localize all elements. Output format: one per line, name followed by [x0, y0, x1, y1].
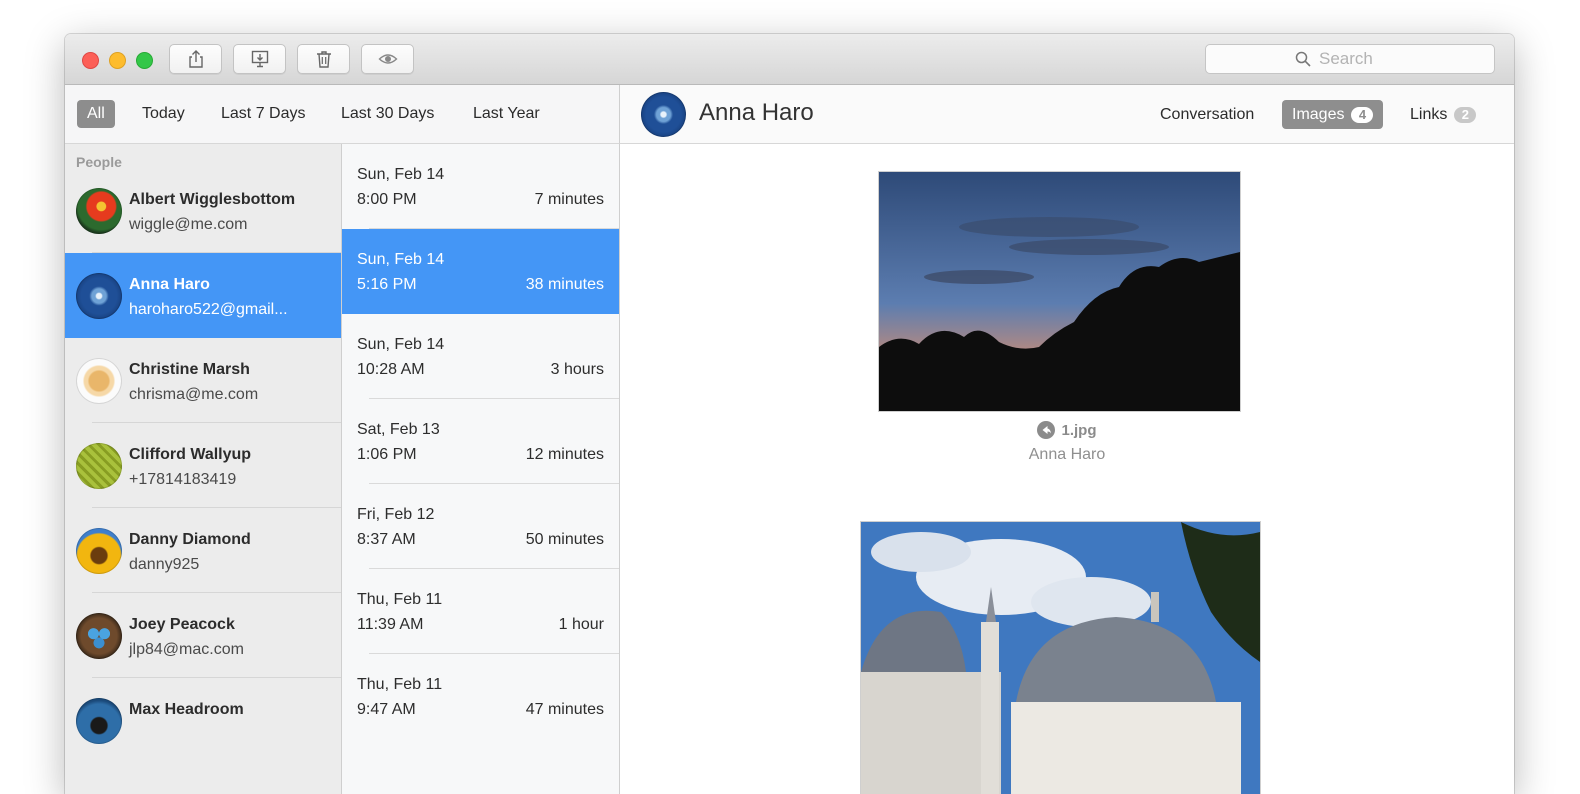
person-name: Max Headroom [129, 701, 244, 718]
person-contact: jlp84@mac.com [129, 641, 244, 658]
images-pane: 1.jpg Anna Haro [620, 144, 1514, 794]
date-filter-bar: All Today Last 7 Days Last 30 Days Last … [65, 85, 620, 144]
tab-label: Links [1410, 106, 1448, 123]
leaf-avatar [76, 443, 122, 489]
parrot-avatar [76, 188, 122, 234]
penguin-avatar [76, 698, 122, 744]
trash-icon [316, 51, 331, 68]
filter-last-30-days[interactable]: Last 30 Days [331, 100, 444, 128]
mosque-image [861, 522, 1260, 794]
session-date: Thu, Feb 11 [357, 591, 443, 608]
zoom-window-button[interactable] [136, 52, 153, 69]
session-row[interactable]: Sat, Feb 13 1:06 PM 12 minutes [342, 399, 619, 484]
session-time: 11:39 AM [357, 616, 424, 633]
person-name: Anna Haro [129, 276, 210, 293]
session-date: Fri, Feb 12 [357, 506, 435, 523]
filter-all[interactable]: All [77, 100, 115, 128]
session-date: Sat, Feb 13 [357, 421, 440, 438]
image-filename: 1.jpg [620, 421, 1514, 439]
session-time: 5:16 PM [357, 276, 417, 293]
person-row[interactable]: Joey Peacock jlp84@mac.com [65, 593, 341, 678]
person-row[interactable]: Clifford Wallyup +17814183419 [65, 423, 341, 508]
session-row[interactable]: Thu, Feb 11 9:47 AM 47 minutes [342, 654, 619, 739]
fortune-cookie-avatar [76, 358, 122, 404]
person-name: Danny Diamond [129, 531, 251, 548]
eye-icon [377, 54, 398, 64]
filter-last-7-days[interactable]: Last 7 Days [211, 100, 315, 128]
share-icon [188, 50, 203, 68]
person-row[interactable]: Max Headroom [65, 678, 341, 763]
filter-today[interactable]: Today [132, 100, 195, 128]
close-window-button[interactable] [82, 52, 99, 69]
title-bar [65, 34, 1514, 85]
session-duration: 50 minutes [525, 531, 604, 548]
image-thumbnail[interactable] [878, 171, 1241, 412]
snowflake-avatar [641, 92, 686, 137]
preview-button[interactable] [361, 44, 414, 74]
person-name: Albert Wigglesbottom [129, 191, 296, 208]
person-row[interactable]: Albert Wigglesbottom wiggle@me.com [65, 168, 341, 253]
people-list: People Albert Wigglesbottom wiggle@me.co… [65, 144, 342, 794]
session-time: 10:28 AM [357, 361, 425, 378]
filter-last-year[interactable]: Last Year [463, 100, 550, 128]
search-icon [1295, 51, 1311, 67]
session-duration: 7 minutes [534, 191, 604, 208]
session-row-selected[interactable]: Sun, Feb 14 5:16 PM 38 minutes [342, 229, 619, 314]
session-time: 9:47 AM [357, 701, 416, 718]
tab-links[interactable]: Links 2 [1400, 100, 1486, 129]
export-button[interactable] [233, 44, 286, 74]
share-button[interactable] [169, 44, 222, 74]
session-time: 8:00 PM [357, 191, 417, 208]
session-duration: 12 minutes [525, 446, 604, 463]
session-duration: 47 minutes [525, 701, 604, 718]
image-filename-text: 1.jpg [1061, 421, 1097, 439]
session-date: Thu, Feb 11 [357, 676, 443, 693]
session-row[interactable]: Sun, Feb 14 8:00 PM 7 minutes [342, 144, 619, 229]
sunflower-avatar [76, 528, 122, 574]
session-duration: 38 minutes [525, 276, 604, 293]
search-field[interactable] [1205, 44, 1495, 74]
tab-conversation[interactable]: Conversation [1150, 100, 1264, 129]
session-date: Sun, Feb 14 [357, 251, 445, 268]
person-row-selected[interactable]: Anna Haro haroharo522@gmail... [65, 253, 341, 338]
eggs-avatar [76, 613, 122, 659]
detail-header: Anna Haro Conversation Images 4 Links 2 [620, 85, 1514, 144]
person-row[interactable]: Christine Marsh chrisma@me.com [65, 338, 341, 423]
minimize-window-button[interactable] [109, 52, 126, 69]
person-contact: wiggle@me.com [129, 216, 248, 233]
session-row[interactable]: Sun, Feb 14 10:28 AM 3 hours [342, 314, 619, 399]
snowflake-avatar [76, 273, 122, 319]
person-row[interactable]: Danny Diamond danny925 [65, 508, 341, 593]
contact-name: Anna Haro [699, 99, 814, 126]
links-count-badge: 2 [1454, 106, 1477, 123]
person-name: Clifford Wallyup [129, 446, 252, 463]
tab-images[interactable]: Images 4 [1282, 100, 1384, 129]
reply-arrow-icon [1037, 421, 1056, 439]
images-count-badge: 4 [1351, 106, 1374, 123]
export-icon [251, 50, 268, 68]
tab-label: Images [1292, 106, 1345, 123]
person-contact: haroharo522@gmail... [129, 301, 288, 318]
person-contact: +17814183419 [129, 471, 237, 488]
session-duration: 1 hour [558, 616, 604, 633]
person-contact: danny925 [129, 556, 200, 573]
image-sender: Anna Haro [1028, 446, 1106, 463]
person-name: Joey Peacock [129, 616, 235, 633]
session-row[interactable]: Thu, Feb 11 11:39 AM 1 hour [342, 569, 619, 654]
app-window: All Today Last 7 Days Last 30 Days Last … [65, 34, 1514, 794]
search-input[interactable] [1319, 49, 1405, 69]
session-time: 8:37 AM [357, 531, 416, 548]
sunset-image [879, 172, 1240, 411]
tab-label: Conversation [1160, 106, 1255, 123]
session-duration: 3 hours [550, 361, 604, 378]
delete-button[interactable] [297, 44, 350, 74]
session-time: 1:06 PM [357, 446, 417, 463]
session-row[interactable]: Fri, Feb 12 8:37 AM 50 minutes [342, 484, 619, 569]
session-date: Sun, Feb 14 [357, 336, 445, 353]
session-list: Sun, Feb 14 8:00 PM 7 minutes Sun, Feb 1… [342, 144, 620, 794]
person-name: Christine Marsh [129, 361, 250, 378]
image-thumbnail[interactable] [860, 521, 1261, 794]
person-contact: chrisma@me.com [129, 386, 259, 403]
session-date: Sun, Feb 14 [357, 166, 445, 183]
